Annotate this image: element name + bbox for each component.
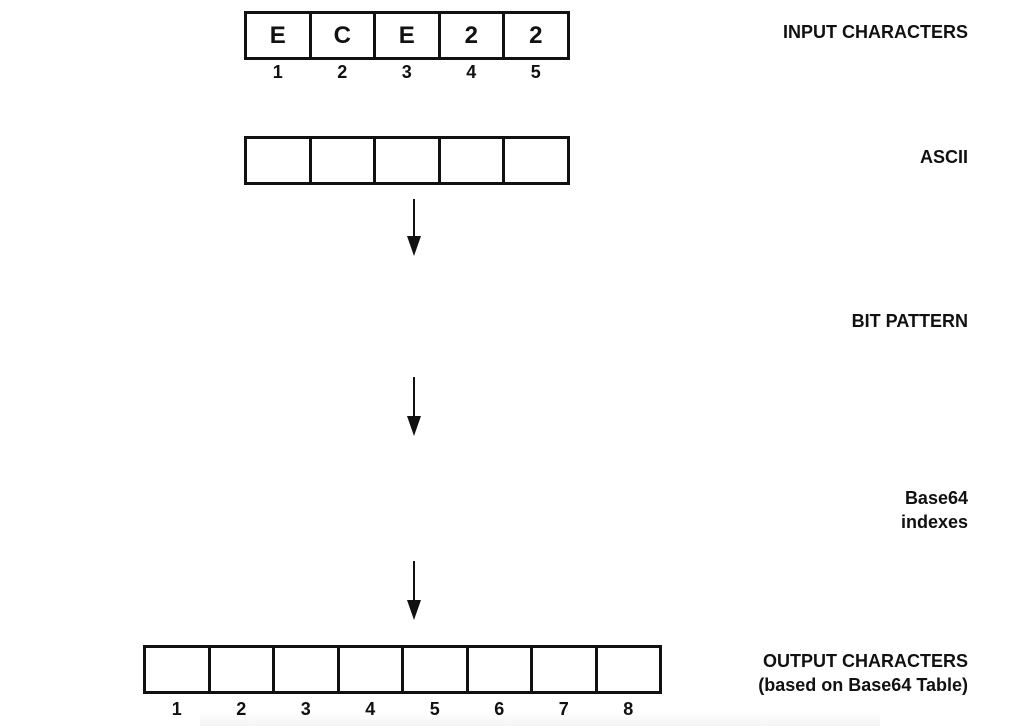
input-cell: E: [244, 11, 312, 60]
base64-indexes-label-line1: Base64: [904, 488, 968, 508]
output-cell: [336, 645, 404, 694]
input-cell: 2: [437, 11, 505, 60]
ascii-cell: [437, 136, 505, 185]
output-index: 7: [558, 699, 569, 719]
input-cell: C: [308, 11, 376, 60]
output-cell: [272, 645, 340, 694]
output-index: 3: [300, 699, 311, 719]
arrow-down-icon: [407, 561, 421, 620]
ascii-cell: [308, 136, 376, 185]
output-index-row: 1 2 3 4 5 6 7 8: [143, 700, 662, 718]
input-cell: 2: [502, 11, 570, 60]
output-characters-label-line1: OUTPUT CHARACTERS: [763, 651, 968, 671]
output-characters-label: OUTPUT CHARACTERS (based on Base64 Table…: [758, 649, 968, 697]
input-characters-row: E C E 2 2: [244, 11, 570, 60]
bit-pattern-label: BIT PATTERN: [851, 311, 968, 331]
input-index-row: 1 2 3 4 5: [244, 63, 570, 81]
output-cell: [207, 645, 275, 694]
output-index: 2: [236, 699, 247, 719]
ascii-label: ASCII: [919, 147, 968, 167]
output-cell: [401, 645, 469, 694]
ascii-cell: [373, 136, 441, 185]
arrow-down-icon: [407, 199, 421, 256]
output-characters-row: [143, 645, 662, 694]
output-index: 1: [171, 699, 182, 719]
output-index: 8: [623, 699, 634, 719]
output-cell: [143, 645, 211, 694]
input-index: 5: [530, 62, 541, 82]
input-index: 1: [272, 62, 283, 82]
input-cell: E: [373, 11, 441, 60]
arrow-down-icon: [407, 377, 421, 436]
output-cell: [594, 645, 662, 694]
base64-indexes-label: Base64 indexes: [901, 486, 968, 534]
input-characters-label: INPUT CHARACTERS: [782, 22, 968, 42]
output-cell: [465, 645, 533, 694]
ascii-cell: [502, 136, 570, 185]
ascii-row: [244, 136, 570, 185]
input-index: 4: [466, 62, 477, 82]
output-index: 6: [494, 699, 505, 719]
output-cell: [530, 645, 598, 694]
output-index: 5: [429, 699, 440, 719]
input-index: 2: [337, 62, 348, 82]
base64-indexes-label-line2: indexes: [900, 512, 968, 532]
output-index: 4: [365, 699, 376, 719]
ascii-cell: [244, 136, 312, 185]
input-index: 3: [401, 62, 412, 82]
output-characters-label-line2: (based on Base64 Table): [758, 675, 968, 695]
